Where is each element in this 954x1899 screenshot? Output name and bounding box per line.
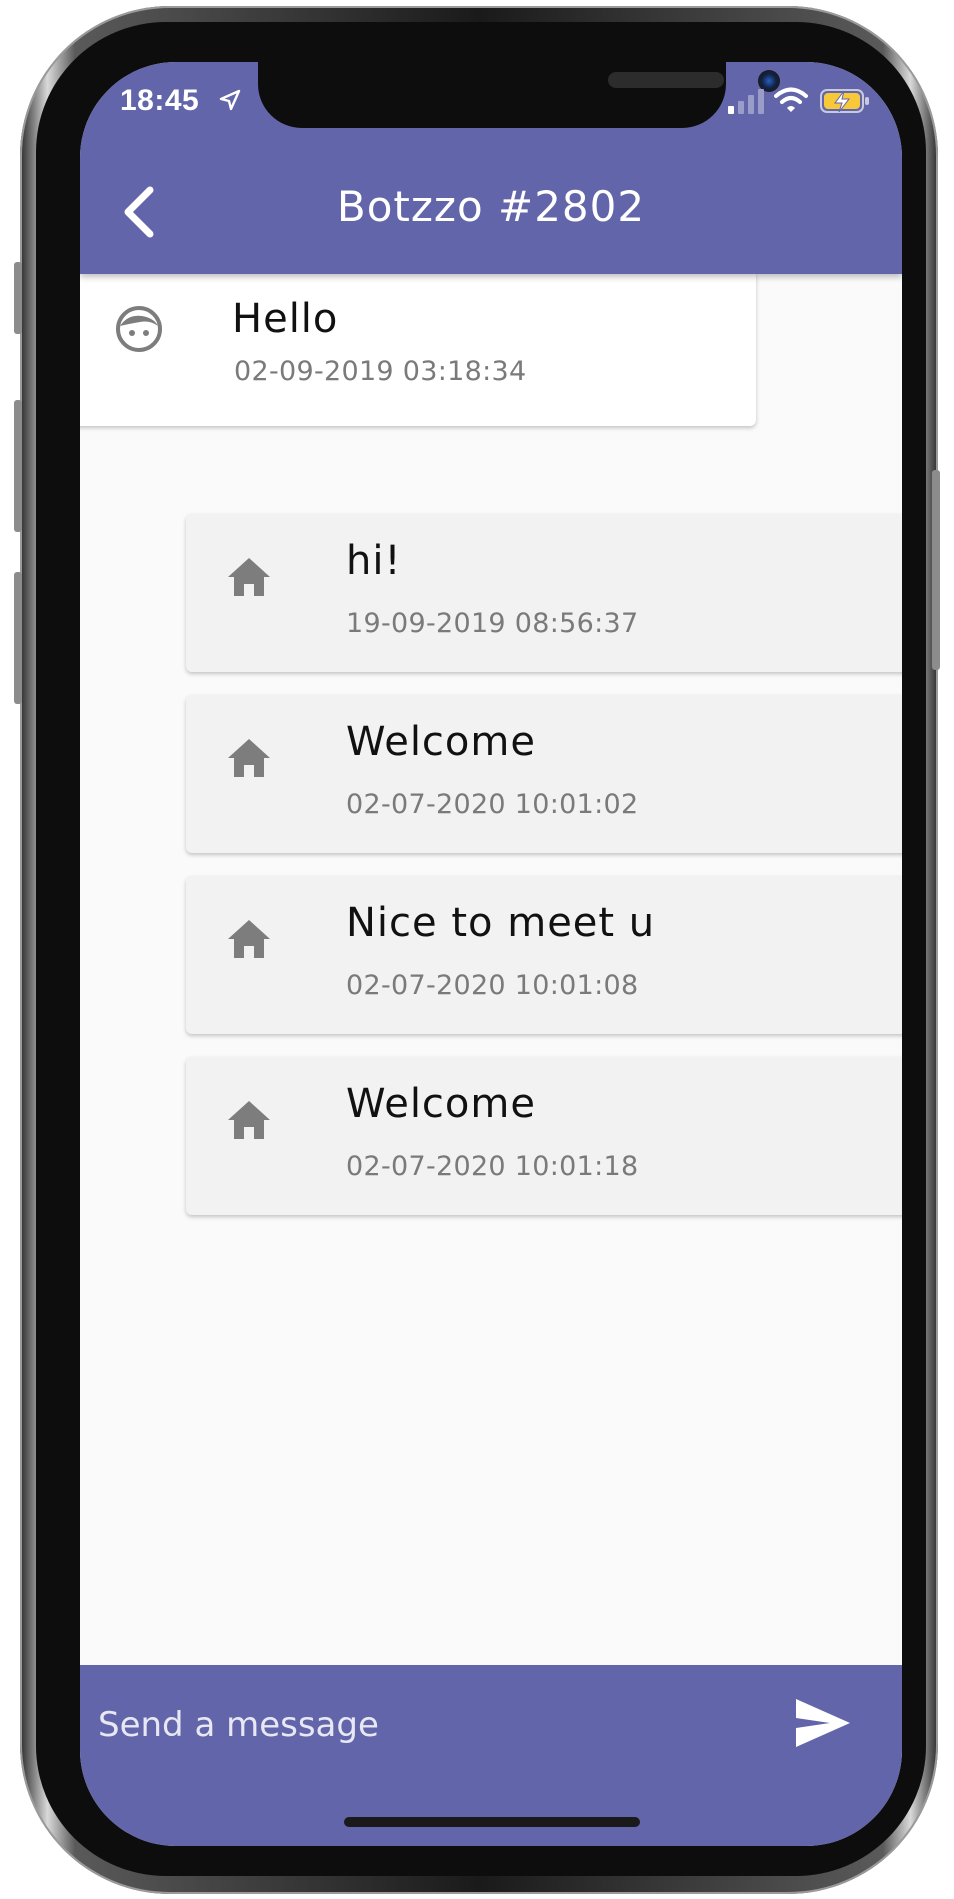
status-time: 18:45 <box>120 84 200 117</box>
message-item: Hello 02-09-2019 03:18:34 <box>80 270 756 426</box>
message-input[interactable] <box>98 1693 738 1757</box>
message-item: hi! 19-09-2019 08:56:37 <box>186 514 902 672</box>
send-icon[interactable] <box>794 1697 852 1749</box>
phone-screen: 18:45 Botzzo #2802 Hello 02-09-2019 03:1… <box>80 62 902 1846</box>
message-text: hi! <box>346 538 402 584</box>
message-item: Welcome 02-07-2020 10:01:02 <box>186 695 902 853</box>
chat-title: Botzzo #2802 <box>336 182 646 231</box>
message-text: Welcome <box>346 1081 536 1127</box>
speaker-grille <box>608 72 724 88</box>
home-icon <box>228 1101 270 1139</box>
mute-switch <box>14 262 22 334</box>
status-bar: 18:45 <box>80 62 902 132</box>
message-timestamp: 02-07-2020 10:01:18 <box>346 1151 639 1182</box>
message-timestamp: 19-09-2019 08:56:37 <box>346 608 639 639</box>
home-icon <box>228 739 270 777</box>
message-text: Nice to meet u <box>346 900 656 946</box>
message-item: Nice to meet u 02-07-2020 10:01:08 <box>186 876 902 1034</box>
power-button <box>932 470 940 670</box>
message-text: Welcome <box>346 719 536 765</box>
message-item: Welcome 02-07-2020 10:01:18 <box>186 1057 902 1215</box>
battery-charging-icon <box>820 89 869 113</box>
home-indicator <box>344 1817 640 1827</box>
message-list[interactable]: Hello 02-09-2019 03:18:34 hi! 19-09-2019… <box>80 270 902 1664</box>
volume-up-button <box>14 400 22 532</box>
compose-bar <box>80 1665 902 1846</box>
home-icon <box>228 558 270 596</box>
wifi-icon <box>774 87 808 112</box>
device-notch <box>258 62 780 128</box>
message-timestamp: 02-07-2020 10:01:08 <box>346 970 639 1001</box>
app-header: 18:45 Botzzo #2802 <box>80 62 902 274</box>
message-text: Hello <box>232 296 339 342</box>
location-arrow-icon <box>219 89 241 111</box>
volume-down-button <box>14 572 22 704</box>
face-icon <box>116 306 162 352</box>
message-timestamp: 02-09-2019 03:18:34 <box>234 356 527 387</box>
cellular-signal-icon <box>728 89 764 114</box>
message-timestamp: 02-07-2020 10:01:02 <box>346 789 639 820</box>
home-icon <box>228 920 270 958</box>
